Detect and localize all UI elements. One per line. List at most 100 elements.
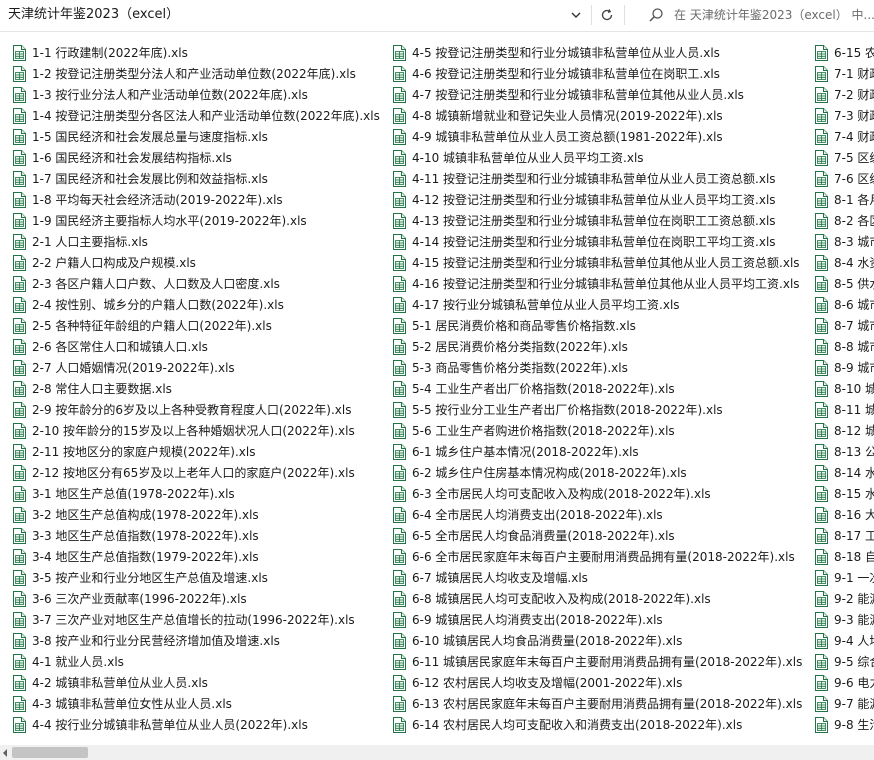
file-item[interactable]: 2-9 按年龄分的6岁及以上各种受教育程度人口(2022年).xls xyxy=(8,399,380,420)
file-item[interactable]: 8-3 城市 xyxy=(810,231,874,252)
file-item[interactable]: 9-4 人均 xyxy=(810,630,874,651)
file-item[interactable]: 7-3 财政 xyxy=(810,105,874,126)
file-item[interactable]: 5-1 居民消费价格和商品零售价格指数.xls xyxy=(388,315,802,336)
file-item[interactable]: 2-5 各种特征年龄组的户籍人口(2022年).xls xyxy=(8,315,380,336)
file-item[interactable]: 1-4 按登记注册类型分各区法人和产业活动单位数(2022年底).xls xyxy=(8,105,380,126)
file-item[interactable]: 8-2 各区 xyxy=(810,210,874,231)
file-item[interactable]: 4-4 按行业分城镇非私营单位从业人员(2022年).xls xyxy=(8,714,380,735)
file-item[interactable]: 8-14 水 xyxy=(810,462,874,483)
file-item[interactable]: 1-3 按行业分法人和产业活动单位数(2022年底).xls xyxy=(8,84,380,105)
file-item[interactable]: 4-5 按登记注册类型和行业分城镇非私营单位从业人员.xls xyxy=(388,42,802,63)
file-item[interactable]: 2-3 各区户籍人口户数、人口数及人口密度.xls xyxy=(8,273,380,294)
horizontal-scrollbar[interactable] xyxy=(0,745,874,760)
file-item[interactable]: 1-5 国民经济和社会发展总量与速度指标.xls xyxy=(8,126,380,147)
file-item[interactable]: 6-14 农村居民人均可支配收入和消费支出(2018-2022年).xls xyxy=(388,714,802,735)
file-item[interactable]: 6-8 城镇居民人均可支配收入及构成(2018-2022年).xls xyxy=(388,588,802,609)
file-item[interactable]: 5-5 按行业分工业生产者出厂价格指数(2018-2022年).xls xyxy=(388,399,802,420)
file-item[interactable]: 3-5 按产业和行业分地区生产总值及增速.xls xyxy=(8,567,380,588)
file-item[interactable]: 6-1 城乡住户基本情况(2018-2022年).xls xyxy=(388,441,802,462)
address-path[interactable]: 天津统计年鉴2023（excel） xyxy=(8,0,179,30)
file-item[interactable]: 6-15 农 xyxy=(810,42,874,63)
file-item[interactable]: 2-2 户籍人口构成及户规模.xls xyxy=(8,252,380,273)
file-item[interactable]: 8-18 自 xyxy=(810,546,874,567)
file-item[interactable]: 2-7 人口婚姻情况(2019-2022年).xls xyxy=(8,357,380,378)
file-item[interactable]: 2-6 各区常住人口和城镇人口.xls xyxy=(8,336,380,357)
file-item[interactable]: 2-11 按地区分的家庭户规模(2022年).xls xyxy=(8,441,380,462)
file-item[interactable]: 6-7 城镇居民人均收支及增幅.xls xyxy=(388,567,802,588)
file-item[interactable]: 3-4 地区生产总值指数(1979-2022年).xls xyxy=(8,546,380,567)
file-item[interactable]: 6-4 全市居民人均消费支出(2018-2022年).xls xyxy=(388,504,802,525)
scroll-left-icon[interactable] xyxy=(0,747,10,758)
file-item[interactable]: 6-5 全市居民人均食品消费量(2018-2022年).xls xyxy=(388,525,802,546)
file-item[interactable]: 4-1 就业人员.xls xyxy=(8,651,380,672)
file-item[interactable]: 4-11 按登记注册类型和行业分城镇非私营单位从业人员工资总额.xls xyxy=(388,168,802,189)
file-item[interactable]: 4-16 按登记注册类型和行业分城镇非私营单位其他从业人员平均工资.xls xyxy=(388,273,802,294)
file-item[interactable]: 4-17 按行业分城镇私营单位从业人员平均工资.xls xyxy=(388,294,802,315)
search-input[interactable] xyxy=(674,8,874,22)
file-item[interactable]: 6-6 全市居民家庭年末每百户主要耐用消费品拥有量(2018-2022年).xl… xyxy=(388,546,802,567)
file-item[interactable]: 6-13 农村居民家庭年末每百户主要耐用消费品拥有量(2018-2022年).x… xyxy=(388,693,802,714)
file-item[interactable]: 2-10 按年龄分的15岁及以上各种婚姻状况人口(2022年).xls xyxy=(8,420,380,441)
file-item[interactable]: 1-1 行政建制(2022年底).xls xyxy=(8,42,380,63)
file-item[interactable]: 3-7 三次产业对地区生产总值增长的拉动(1996-2022年).xls xyxy=(8,609,380,630)
file-item[interactable]: 6-10 城镇居民人均食品消费量(2018-2022年).xls xyxy=(388,630,802,651)
file-item[interactable]: 5-4 工业生产者出厂价格指数(2018-2022年).xls xyxy=(388,378,802,399)
file-item[interactable]: 6-12 农村居民人均收支及增幅(2001-2022年).xls xyxy=(388,672,802,693)
file-item[interactable]: 2-12 按地区分有65岁及以上老年人口的家庭户(2022年).xls xyxy=(8,462,380,483)
file-item[interactable]: 4-9 城镇非私营单位从业人员工资总额(1981-2022年).xls xyxy=(388,126,802,147)
file-item[interactable]: 5-3 商品零售价格分类指数(2022年).xls xyxy=(388,357,802,378)
file-item[interactable]: 4-3 城镇非私营单位女性从业人员.xls xyxy=(8,693,380,714)
file-item[interactable]: 6-9 城镇居民人均消费支出(2018-2022年).xls xyxy=(388,609,802,630)
file-item[interactable]: 8-4 水资 xyxy=(810,252,874,273)
file-item[interactable]: 8-5 供水 xyxy=(810,273,874,294)
file-item[interactable]: 3-8 按产业和行业分民营经济增加值及增速.xls xyxy=(8,630,380,651)
search-box[interactable] xyxy=(634,4,874,26)
file-item[interactable]: 6-3 全市居民人均可支配收入及构成(2018-2022年).xls xyxy=(388,483,802,504)
file-item[interactable]: 4-2 城镇非私营单位从业人员.xls xyxy=(8,672,380,693)
file-item[interactable]: 1-7 国民经济和社会发展比例和效益指标.xls xyxy=(8,168,380,189)
file-item[interactable]: 1-2 按登记注册类型分法人和产业活动单位数(2022年底).xls xyxy=(8,63,380,84)
file-item[interactable]: 4-12 按登记注册类型和行业分城镇非私营单位从业人员平均工资.xls xyxy=(388,189,802,210)
file-item[interactable]: 2-4 按性别、城乡分的户籍人口数(2022年).xls xyxy=(8,294,380,315)
file-item[interactable]: 7-1 财政 xyxy=(810,63,874,84)
file-item[interactable]: 4-8 城镇新增就业和登记失业人员情况(2019-2022年).xls xyxy=(388,105,802,126)
file-item[interactable]: 3-1 地区生产总值(1978-2022年).xls xyxy=(8,483,380,504)
file-item[interactable]: 7-4 财政 xyxy=(810,126,874,147)
file-item[interactable]: 4-13 按登记注册类型和行业分城镇非私营单位在岗职工工资总额.xls xyxy=(388,210,802,231)
file-item[interactable]: 7-5 区级 xyxy=(810,147,874,168)
file-item[interactable]: 4-14 按登记注册类型和行业分城镇非私营单位在岗职工平均工资.xls xyxy=(388,231,802,252)
file-item[interactable]: 8-16 大 xyxy=(810,504,874,525)
file-item[interactable]: 4-10 城镇非私营单位从业人员平均工资.xls xyxy=(388,147,802,168)
file-item[interactable]: 4-6 按登记注册类型和行业分城镇非私营单位在岗职工.xls xyxy=(388,63,802,84)
file-item[interactable]: 3-2 地区生产总值构成(1978-2022年).xls xyxy=(8,504,380,525)
file-item[interactable]: 9-6 电力 xyxy=(810,672,874,693)
file-item[interactable]: 3-3 地区生产总值指数(1978-2022年).xls xyxy=(8,525,380,546)
refresh-icon[interactable] xyxy=(596,4,618,26)
file-item[interactable]: 6-2 城乡住户住房基本情况构成(2018-2022年).xls xyxy=(388,462,802,483)
file-item[interactable]: 9-2 能源 xyxy=(810,588,874,609)
file-item[interactable]: 8-10 城 xyxy=(810,378,874,399)
file-item[interactable]: 5-2 居民消费价格分类指数(2022年).xls xyxy=(388,336,802,357)
file-item[interactable]: 2-1 人口主要指标.xls xyxy=(8,231,380,252)
file-item[interactable]: 8-8 城市 xyxy=(810,336,874,357)
file-item[interactable]: 8-12 城 xyxy=(810,420,874,441)
file-item[interactable]: 1-8 平均每天社会经济活动(2019-2022年).xls xyxy=(8,189,380,210)
file-item[interactable]: 4-7 按登记注册类型和行业分城镇非私营单位其他从业人员.xls xyxy=(388,84,802,105)
file-item[interactable]: 3-6 三次产业贡献率(1996-2022年).xls xyxy=(8,588,380,609)
file-item[interactable]: 8-9 城市 xyxy=(810,357,874,378)
file-item[interactable]: 7-6 区级 xyxy=(810,168,874,189)
file-item[interactable]: 9-8 生活 xyxy=(810,714,874,735)
file-item[interactable]: 1-9 国民经济主要指标人均水平(2019-2022年).xls xyxy=(8,210,380,231)
file-item[interactable]: 8-11 城 xyxy=(810,399,874,420)
file-item[interactable]: 9-5 综合 xyxy=(810,651,874,672)
file-item[interactable]: 8-6 城市 xyxy=(810,294,874,315)
file-item[interactable]: 8-13 公 xyxy=(810,441,874,462)
file-item[interactable]: 9-3 能源 xyxy=(810,609,874,630)
file-item[interactable]: 8-1 各月 xyxy=(810,189,874,210)
file-item[interactable]: 2-8 常住人口主要数据.xls xyxy=(8,378,380,399)
file-item[interactable]: 1-6 国民经济和社会发展结构指标.xls xyxy=(8,147,380,168)
file-item[interactable]: 6-11 城镇居民家庭年末每百户主要耐用消费品拥有量(2018-2022年).x… xyxy=(388,651,802,672)
file-item[interactable]: 8-7 城市 xyxy=(810,315,874,336)
file-item[interactable]: 7-2 财政 xyxy=(810,84,874,105)
file-item[interactable]: 9-7 能源 xyxy=(810,693,874,714)
